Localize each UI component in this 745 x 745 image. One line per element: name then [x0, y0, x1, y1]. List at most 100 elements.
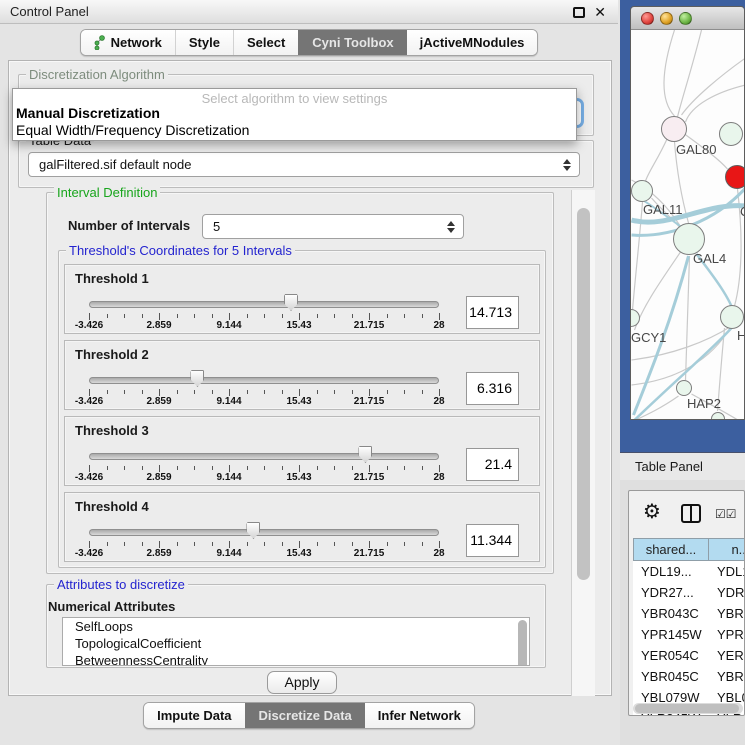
- group-title: Discretization Algorithm: [26, 67, 168, 82]
- float-window-icon[interactable]: [573, 7, 585, 18]
- table-header-row: shared... n...: [633, 538, 745, 561]
- gear-icon[interactable]: ⚙: [643, 499, 661, 524]
- table-cell[interactable]: YBR043C: [633, 603, 709, 624]
- tab-label: Infer Network: [378, 707, 461, 724]
- network-node-label: C: [740, 204, 745, 219]
- threshold-value-field[interactable]: 11.344: [466, 524, 519, 557]
- number-of-intervals-combobox[interactable]: 5: [202, 214, 464, 239]
- slider-scale-label: 28: [433, 396, 444, 407]
- table-row[interactable]: YER054CYER0: [633, 645, 745, 666]
- table-panel-title: Table Panel: [635, 453, 703, 481]
- table-row[interactable]: YBR043CYBR0: [633, 603, 745, 624]
- group-title: Threshold's Coordinates for 5 Intervals: [66, 243, 295, 258]
- popup-item-equal-width[interactable]: Equal Width/Frequency Discretization: [13, 122, 576, 139]
- slider-scale-label: 9.144: [216, 320, 241, 331]
- desktop-area: GAL80GCGAL11GAL4GCY1HHAP2 Table Panel ⚙ …: [620, 0, 745, 745]
- slider-scale-label: -3.426: [75, 396, 103, 407]
- slider-scale-label: 21.715: [354, 472, 385, 483]
- list-item[interactable]: SelfLoops: [63, 618, 529, 635]
- table-cell[interactable]: YPR145W: [633, 624, 709, 645]
- slider-scale-label: -3.426: [75, 320, 103, 331]
- select-columns-icon[interactable]: ☑☑: [715, 507, 737, 521]
- table-h-scrollbar[interactable]: [633, 703, 743, 714]
- threshold-value-field[interactable]: 21.4: [466, 448, 519, 481]
- list-item[interactable]: TopologicalCoefficient: [63, 635, 529, 652]
- tab-network[interactable]: Network: [81, 30, 175, 55]
- tab-discretize-data[interactable]: Discretize Data: [245, 703, 365, 728]
- panel-scrollbar[interactable]: [571, 190, 595, 696]
- table-cell[interactable]: YDL19...: [633, 561, 709, 582]
- table-cell[interactable]: YDL1: [709, 561, 745, 582]
- table-row[interactable]: YPR145WYPR1: [633, 624, 745, 645]
- numerical-attributes-label: Numerical Attributes: [48, 599, 175, 614]
- table-data-combobox[interactable]: galFiltered.sif default node: [28, 152, 580, 177]
- table-cell[interactable]: YER054C: [633, 645, 709, 666]
- network-node[interactable]: [719, 122, 743, 146]
- tab-infer-network[interactable]: Infer Network: [365, 703, 474, 728]
- popup-hint: Select algorithm to view settings: [13, 89, 576, 105]
- apply-button[interactable]: Apply: [267, 671, 337, 694]
- network-node-label: GAL11: [643, 202, 683, 217]
- scrollbar-thumb[interactable]: [577, 208, 590, 580]
- network-node[interactable]: [631, 180, 653, 202]
- table-cell[interactable]: YBR0: [709, 666, 745, 687]
- table-cell[interactable]: YDR2: [709, 582, 745, 603]
- network-window-titlebar: [631, 7, 744, 30]
- node-table-body: YDL19...YDL1YDR27...YDR2YBR043CYBR0YPR14…: [633, 561, 745, 716]
- slider-scale-label: 2.859: [146, 396, 171, 407]
- tab-impute-data[interactable]: Impute Data: [144, 703, 244, 728]
- zoom-traffic-icon[interactable]: [679, 12, 692, 25]
- control-panel: Control Panel ✕ Network Style Select: [0, 0, 618, 745]
- threshold-value-field[interactable]: 14.713: [466, 296, 519, 329]
- threshold-3-panel: Threshold 3 -3.4262.8599.14415.4321.7152…: [64, 416, 540, 486]
- column-header[interactable]: shared...: [633, 538, 709, 561]
- table-panel-header: Table Panel: [620, 452, 745, 480]
- table-cell[interactable]: YER0: [709, 645, 745, 666]
- tab-jactivemnodules[interactable]: jActiveMNodules: [407, 30, 538, 55]
- table-cell[interactable]: YPR1: [709, 624, 745, 645]
- slider-scale-label: 2.859: [146, 320, 171, 331]
- network-node[interactable]: [725, 165, 745, 189]
- minimize-traffic-icon[interactable]: [660, 12, 673, 25]
- network-node[interactable]: [720, 305, 744, 329]
- table-panel-inner: ⚙ ☑☑ shared... n... YDL19...YDL1YDR27...…: [628, 490, 745, 716]
- table-cell[interactable]: YBR045C: [633, 666, 709, 687]
- panel-title: Control Panel: [10, 0, 89, 24]
- list-scrollbar[interactable]: [518, 620, 527, 666]
- slider-scale-label: 21.715: [354, 320, 385, 331]
- spinner-icon: [447, 221, 455, 233]
- control-panel-titlebar: Control Panel ✕: [0, 0, 618, 24]
- table-cell[interactable]: YBR0: [709, 603, 745, 624]
- group-title: Interval Definition: [54, 185, 160, 200]
- attributes-list[interactable]: SelfLoops TopologicalCoefficient Between…: [62, 617, 530, 666]
- list-item[interactable]: BetweennessCentrality: [63, 652, 529, 666]
- tab-cyni-toolbox[interactable]: Cyni Toolbox: [298, 30, 406, 55]
- table-row[interactable]: YBR045CYBR0: [633, 666, 745, 687]
- close-icon[interactable]: ✕: [594, 2, 606, 22]
- slider-scale-label: 9.144: [216, 396, 241, 407]
- column-browser-icon[interactable]: [681, 504, 701, 523]
- tab-label: Impute Data: [157, 707, 231, 724]
- tab-label: Cyni Toolbox: [312, 34, 393, 51]
- slider-scale-label: 28: [433, 548, 444, 559]
- slider-scale-label: 21.715: [354, 396, 385, 407]
- table-row[interactable]: YDL19...YDL1: [633, 561, 745, 582]
- column-header[interactable]: n...: [709, 538, 745, 561]
- network-node[interactable]: [676, 380, 692, 396]
- threshold-value-field[interactable]: 6.316: [466, 372, 519, 405]
- table-cell[interactable]: YDR27...: [633, 582, 709, 603]
- network-icon: [94, 35, 106, 50]
- tab-style[interactable]: Style: [175, 30, 233, 55]
- tab-select[interactable]: Select: [233, 30, 298, 55]
- slider-scale-label: 15.43: [286, 320, 311, 331]
- network-canvas[interactable]: GAL80GCGAL11GAL4GCY1HHAP2: [631, 30, 745, 420]
- slider-scale-label: 15.43: [286, 472, 311, 483]
- network-node[interactable]: [661, 116, 687, 142]
- algorithm-popup: Select algorithm to view settings Manual…: [12, 88, 577, 141]
- table-row[interactable]: YDR27...YDR2: [633, 582, 745, 603]
- network-node[interactable]: [711, 412, 725, 420]
- scrollbar-thumb[interactable]: [635, 704, 739, 713]
- tab-label: jActiveMNodules: [420, 34, 525, 51]
- popup-item-manual[interactable]: Manual Discretization: [13, 105, 576, 122]
- close-traffic-icon[interactable]: [641, 12, 654, 25]
